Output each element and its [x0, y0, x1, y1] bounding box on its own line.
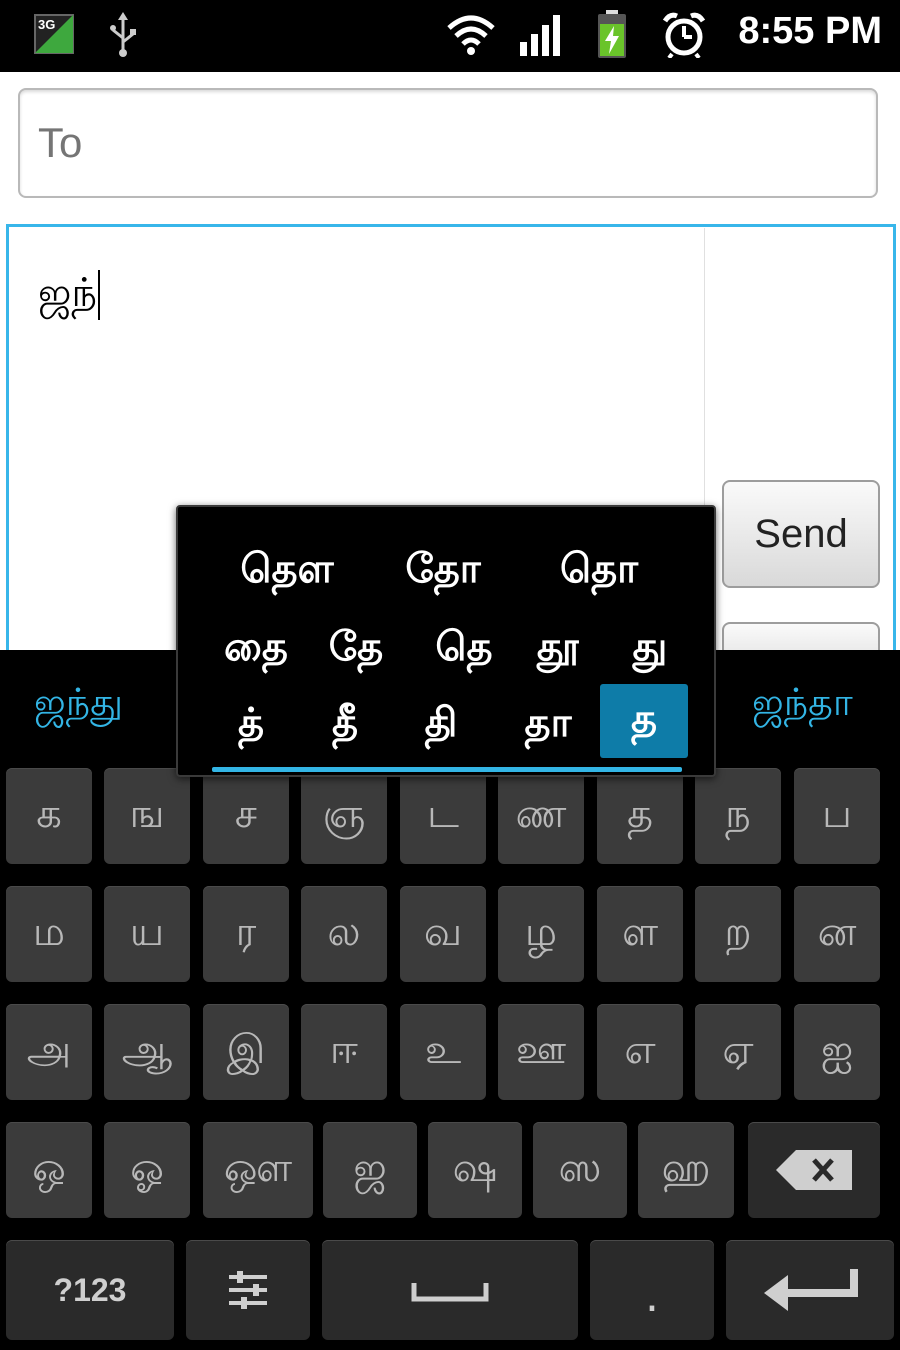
key-i[interactable]: இ [203, 1004, 289, 1100]
status-bar: 3G 8:55 PM [0, 0, 900, 72]
key-a[interactable]: அ [6, 1004, 92, 1100]
key-aa[interactable]: ஆ [104, 1004, 190, 1100]
backspace-icon [776, 1150, 852, 1190]
3g-data-icon: 3G [34, 14, 74, 54]
message-text-value: ஜந் [38, 270, 98, 316]
key-ta[interactable]: த [597, 768, 683, 864]
popup-key[interactable]: தி [396, 690, 486, 760]
popup-key[interactable]: தௌ [220, 540, 354, 602]
key-ma[interactable]: ம [6, 886, 92, 982]
symbols-key[interactable]: ?123 [6, 1240, 174, 1340]
key-uu[interactable]: ஊ [498, 1004, 584, 1100]
popup-underline [212, 767, 682, 772]
key-na[interactable]: ந [695, 768, 781, 864]
key-u[interactable]: உ [400, 1004, 486, 1100]
key-ha[interactable]: ஹ [638, 1122, 734, 1218]
network-label: 3G [38, 17, 55, 32]
key-e[interactable]: எ [597, 1004, 683, 1100]
space-icon [411, 1283, 489, 1302]
popup-key[interactable]: தீ [300, 690, 390, 760]
to-field[interactable] [18, 88, 878, 198]
key-au[interactable]: ஔ [203, 1122, 313, 1218]
key-nnna[interactable]: ன [794, 886, 880, 982]
key-lla[interactable]: ள [597, 886, 683, 982]
period-key[interactable]: . [590, 1240, 714, 1340]
popup-key[interactable]: தே [306, 618, 406, 680]
status-time: 8:55 PM [738, 10, 882, 52]
popup-key[interactable]: தூ [508, 618, 608, 680]
key-nna[interactable]: ண [498, 768, 584, 864]
popup-key[interactable]: தோ [376, 540, 510, 602]
send-label: Send [754, 511, 848, 556]
enter-key[interactable] [726, 1240, 894, 1340]
signal-icon [518, 12, 564, 58]
settings-key[interactable] [186, 1240, 310, 1340]
suggestion-right[interactable]: ஜந்தா [752, 680, 900, 730]
popup-key[interactable]: து [600, 618, 700, 680]
popup-key[interactable]: த் [206, 690, 296, 760]
key-ja[interactable]: ஜ [323, 1122, 417, 1218]
key-ai[interactable]: ஐ [794, 1004, 880, 1100]
key-oo[interactable]: ஓ [104, 1122, 190, 1218]
key-ca[interactable]: ச [203, 768, 289, 864]
backspace-key[interactable] [748, 1122, 880, 1218]
key-o[interactable]: ஒ [6, 1122, 92, 1218]
popup-key[interactable]: தை [206, 618, 306, 680]
send-button[interactable]: Send [722, 480, 880, 588]
key-pa[interactable]: ப [794, 768, 880, 864]
wifi-icon [446, 12, 496, 56]
key-nya[interactable]: ஞ [301, 768, 387, 864]
popup-key[interactable]: தெ [414, 618, 514, 680]
popup-key-selected[interactable]: த [600, 684, 688, 758]
key-nga[interactable]: ங [104, 768, 190, 864]
text-cursor [98, 270, 101, 320]
key-va[interactable]: வ [400, 886, 486, 982]
space-key[interactable] [322, 1240, 578, 1340]
key-sa[interactable]: ஸ [533, 1122, 627, 1218]
key-ra[interactable]: ர [203, 886, 289, 982]
battery-charging-icon [596, 10, 628, 60]
key-ssa[interactable]: ஷ [428, 1122, 522, 1218]
suggestion-left[interactable]: ஜந்து [34, 680, 123, 730]
key-zha[interactable]: ழ [498, 886, 584, 982]
popup-key[interactable]: தா [500, 690, 596, 760]
popup-key[interactable]: தொ [532, 540, 666, 602]
sliders-icon [229, 1271, 267, 1309]
enter-arrow-icon [764, 1269, 858, 1311]
alarm-icon [662, 12, 706, 60]
key-ya[interactable]: ய [104, 886, 190, 982]
key-ee[interactable]: ஏ [695, 1004, 781, 1100]
key-tta[interactable]: ட [400, 768, 486, 864]
key-ii[interactable]: ஈ [301, 1004, 387, 1100]
key-la[interactable]: ல [301, 886, 387, 982]
message-text: ஜந் [38, 270, 101, 321]
usb-icon [108, 12, 138, 58]
key-ka[interactable]: க [6, 768, 92, 864]
key-rra[interactable]: ற [695, 886, 781, 982]
